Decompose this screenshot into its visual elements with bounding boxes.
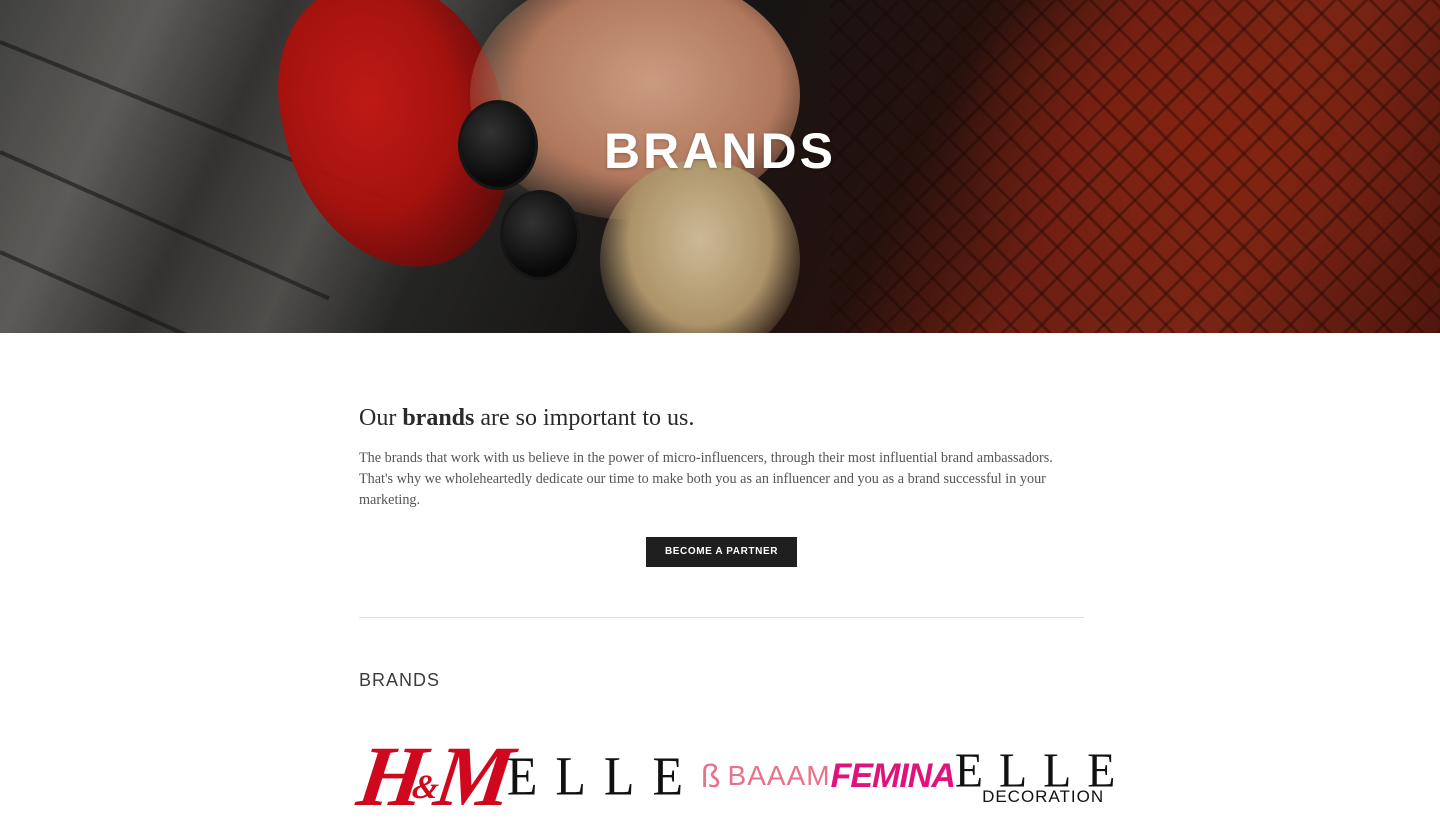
hero-title: BRANDS bbox=[604, 123, 836, 179]
baaam-wordmark: BAAAM bbox=[727, 760, 831, 791]
hm-logo-m: M bbox=[429, 728, 514, 818]
elle-decoration-logo[interactable]: ELLE DECORATION bbox=[954, 743, 1132, 805]
elle-logo[interactable]: ELLE bbox=[507, 744, 701, 808]
baaam-mark-icon: ß bbox=[701, 757, 722, 794]
brands-section-title: BRANDS bbox=[359, 670, 441, 690]
elle-decoration-wordmark: ELLE bbox=[954, 743, 1132, 797]
main-content: Our brands are so important to us. The b… bbox=[352, 333, 1115, 818]
section-divider bbox=[359, 617, 1084, 618]
cta-container: BECOME A PARTNER bbox=[359, 537, 1084, 567]
brand-logos-row: H & M ELLE ß BAAAM FEMINA ELLE DECORATION bbox=[352, 728, 1115, 818]
baaam-logo[interactable]: ß BAAAM bbox=[701, 758, 831, 795]
headline-emphasis: brands bbox=[402, 405, 475, 431]
intro-paragraph: The brands that work with us believe in … bbox=[359, 450, 1053, 508]
become-partner-button[interactable]: BECOME A PARTNER bbox=[645, 537, 798, 567]
femina-logo[interactable]: FEMINA bbox=[831, 757, 956, 796]
hero-banner: BRANDS bbox=[0, 0, 1440, 333]
hm-logo[interactable]: H & M bbox=[352, 728, 514, 818]
headline-text-end: are so important to us. bbox=[474, 405, 695, 431]
headline-text-start: Our bbox=[359, 405, 403, 431]
intro-headline: Our brands are so important to us. bbox=[359, 405, 1084, 432]
